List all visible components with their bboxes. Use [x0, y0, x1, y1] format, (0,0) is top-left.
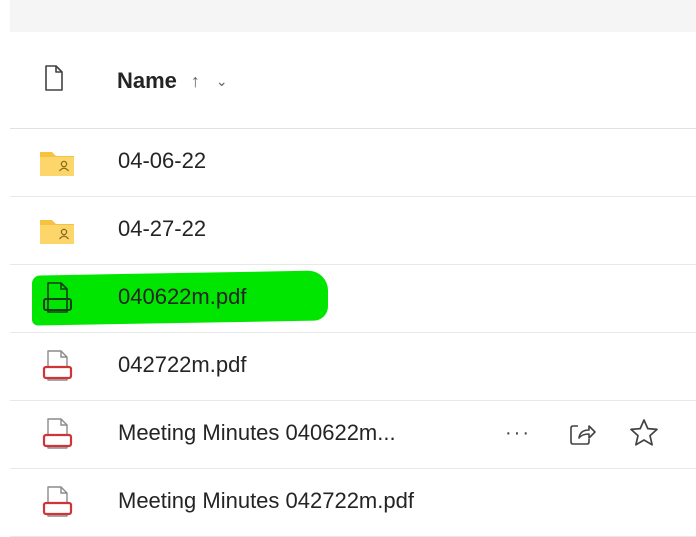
row-actions: ···	[505, 415, 661, 451]
list-item[interactable]: 040622m.pdf	[10, 265, 696, 333]
chevron-down-icon[interactable]: ⌄	[216, 73, 228, 90]
list-header: Name ↑ ⌄	[10, 32, 696, 129]
item-name[interactable]: 04-06-22	[118, 148, 206, 174]
item-name[interactable]: Meeting Minutes 042722m.pdf	[118, 488, 414, 514]
share-icon	[570, 425, 596, 445]
sort-ascending-icon: ↑	[190, 70, 200, 91]
item-name[interactable]: Meeting Minutes 040622m...	[118, 420, 396, 446]
pdf-file-icon	[43, 282, 72, 313]
shared-folder-icon	[40, 152, 74, 176]
favorite-button[interactable]	[627, 416, 661, 450]
list-item[interactable]: Meeting Minutes 040622m... ···	[10, 401, 696, 469]
pdf-file-icon	[42, 350, 73, 381]
list-item[interactable]: 042722m.pdf	[10, 333, 696, 401]
item-name[interactable]: 042722m.pdf	[118, 352, 246, 378]
shared-folder-icon	[40, 220, 74, 244]
file-list: Name ↑ ⌄ 04-06-22 04-27-22 040622m.pdf 0…	[10, 32, 696, 537]
share-button[interactable]	[565, 416, 599, 450]
list-item[interactable]: 04-27-22	[10, 197, 696, 265]
pdf-file-icon	[42, 418, 73, 449]
top-toolbar-strip	[10, 0, 696, 32]
list-item[interactable]: Meeting Minutes 042722m.pdf	[10, 469, 696, 537]
more-options-button[interactable]: ···	[505, 422, 531, 445]
pdf-file-icon	[42, 486, 73, 517]
name-column-header[interactable]: Name ↑ ⌄	[117, 68, 228, 94]
file-type-icon[interactable]	[44, 64, 64, 92]
item-name[interactable]: 040622m.pdf	[118, 284, 246, 310]
star-icon	[630, 419, 658, 446]
list-item[interactable]: 04-06-22	[10, 129, 696, 197]
item-name[interactable]: 04-27-22	[118, 216, 206, 242]
name-column-label: Name	[117, 68, 177, 93]
